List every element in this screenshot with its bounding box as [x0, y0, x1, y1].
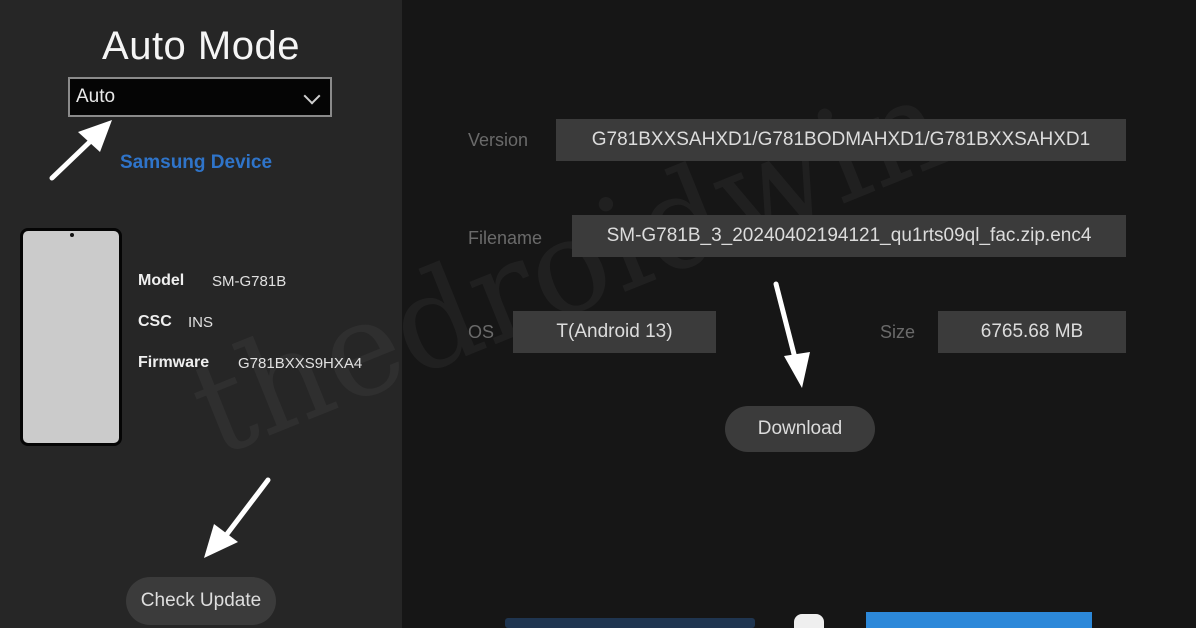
annotation-arrows: [49, 120, 810, 558]
arrow-pointer-icon: [773, 281, 810, 388]
arrow-pointer-icon: [204, 477, 271, 558]
arrow-pointer-icon: [49, 120, 112, 181]
